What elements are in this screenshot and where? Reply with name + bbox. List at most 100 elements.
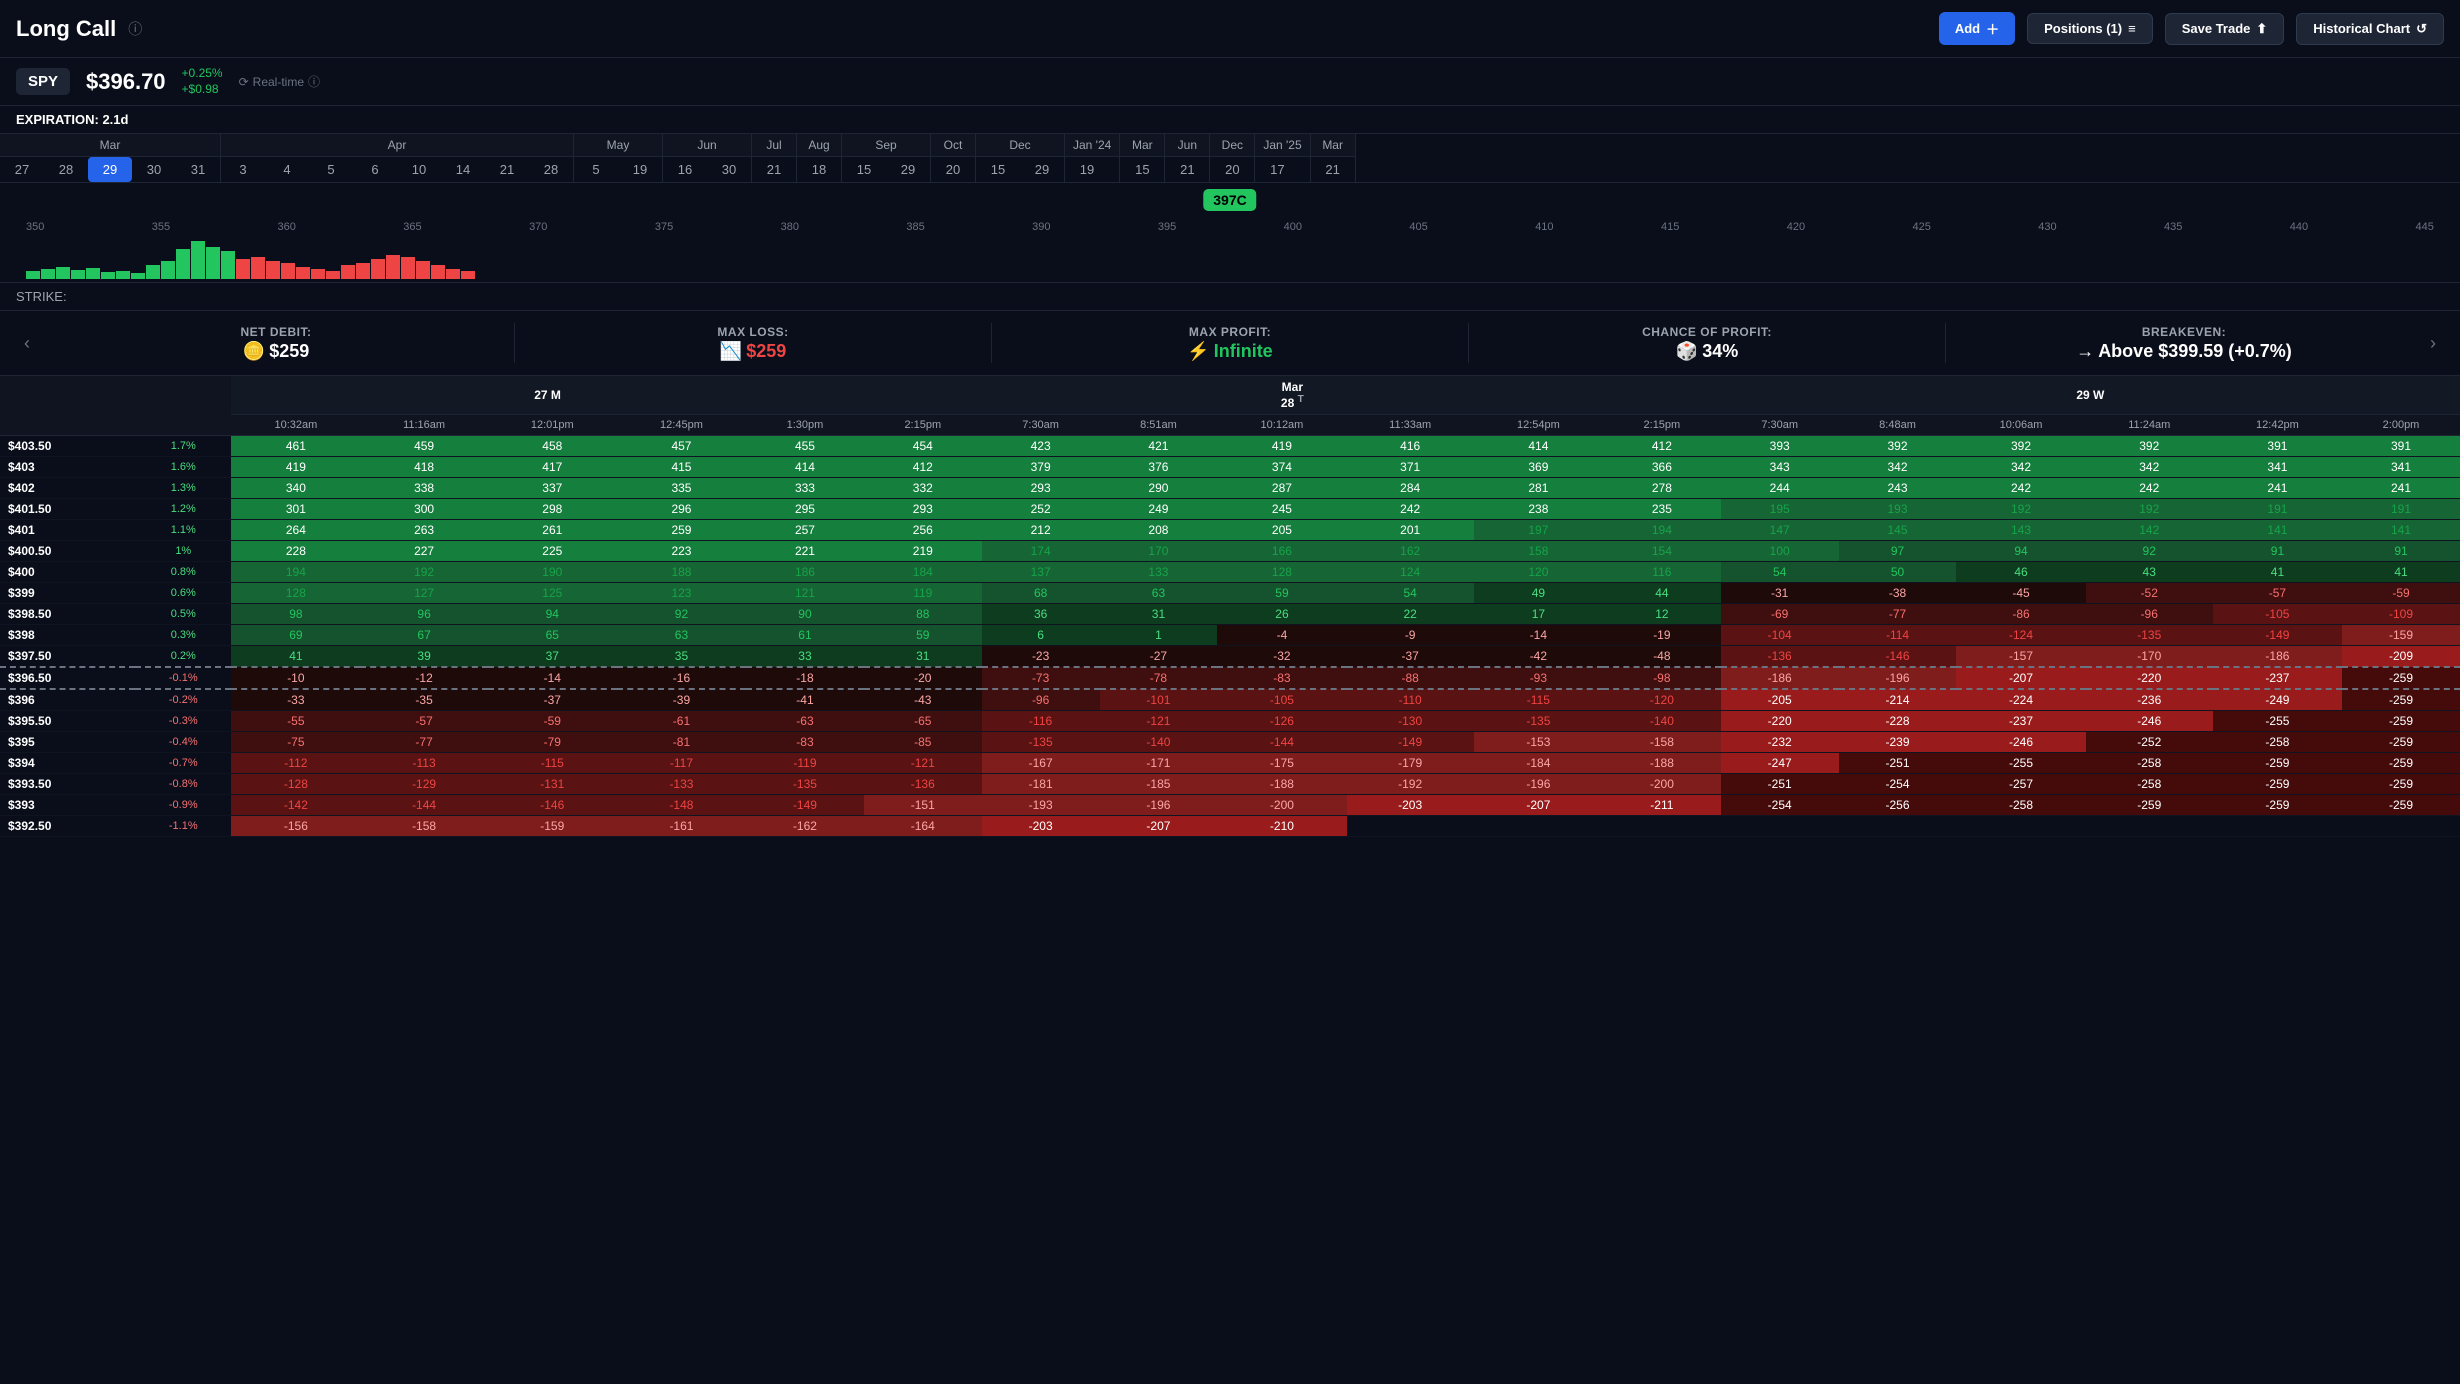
- strike-cell[interactable]: $395: [0, 732, 135, 753]
- day-cell[interactable]: 21: [485, 157, 529, 182]
- value-cell: -140: [1100, 732, 1218, 753]
- strike-cell[interactable]: $393: [0, 795, 135, 816]
- strike-cell[interactable]: $392.50: [0, 816, 135, 837]
- value-cell: -98: [1603, 667, 1721, 689]
- historical-chart-button[interactable]: Historical Chart ↺: [2296, 13, 2444, 45]
- strike-cell[interactable]: $396: [0, 689, 135, 711]
- day-cell[interactable]: 27: [0, 157, 44, 182]
- value-cell: 143: [1956, 520, 2085, 541]
- value-cell: 162: [1347, 541, 1474, 562]
- value-cell: -237: [1956, 711, 2085, 732]
- value-cell: -48: [1603, 646, 1721, 668]
- value-cell: -129: [360, 774, 487, 795]
- day-cell[interactable]: 19: [1065, 157, 1109, 182]
- strike-cell[interactable]: $401: [0, 520, 135, 541]
- strike-cell[interactable]: $400: [0, 562, 135, 583]
- value-cell: -161: [617, 816, 746, 837]
- time-header: 10:12am: [1217, 415, 1346, 436]
- prev-arrow[interactable]: ‹: [16, 333, 38, 354]
- day-cell[interactable]: 29: [88, 157, 132, 182]
- day-cell[interactable]: 21: [1311, 157, 1355, 182]
- price-change: +0.25% +$0.98: [182, 66, 223, 97]
- day-cell[interactable]: 15: [1120, 157, 1164, 182]
- value-cell: -186: [1721, 667, 1839, 689]
- day-cell[interactable]: 31: [176, 157, 220, 182]
- value-cell: 418: [360, 457, 487, 478]
- month-group-Apr: Apr345610142128: [221, 134, 574, 182]
- value-cell: 197: [1474, 520, 1603, 541]
- save-trade-button[interactable]: Save Trade ⬆: [2165, 13, 2285, 45]
- day-cell[interactable]: 21: [752, 157, 796, 182]
- value-cell: 63: [617, 625, 746, 646]
- value-cell: 219: [864, 541, 982, 562]
- ticker[interactable]: SPY: [16, 68, 70, 95]
- value-cell: -236: [2086, 689, 2213, 711]
- strike-cell[interactable]: $402: [0, 478, 135, 499]
- value-cell: -101: [1100, 689, 1218, 711]
- day-cell[interactable]: 21: [1165, 157, 1209, 182]
- value-cell: -256: [1839, 795, 1957, 816]
- value-cell: -259: [2342, 711, 2460, 732]
- strike-cell[interactable]: $394: [0, 753, 135, 774]
- day-cell[interactable]: 30: [132, 157, 176, 182]
- value-cell: -105: [1217, 689, 1346, 711]
- value-cell: 174: [982, 541, 1100, 562]
- strike-cell[interactable]: $395.50: [0, 711, 135, 732]
- value-cell: 147: [1721, 520, 1839, 541]
- value-cell: -73: [982, 667, 1100, 689]
- add-button[interactable]: Add ＋: [1939, 12, 2015, 45]
- value-cell: 419: [231, 457, 360, 478]
- day-cell[interactable]: 29: [1020, 157, 1064, 182]
- value-cell: 91: [2342, 541, 2460, 562]
- pct-cell: 1.2%: [135, 499, 231, 520]
- value-cell: 212: [982, 520, 1100, 541]
- strike-cell[interactable]: $403.50: [0, 436, 135, 457]
- next-arrow[interactable]: ›: [2422, 333, 2444, 354]
- strike-cell[interactable]: $398: [0, 625, 135, 646]
- positions-button[interactable]: Positions (1) ≡: [2027, 13, 2153, 44]
- value-cell: -207: [1956, 667, 2085, 689]
- day-cell[interactable]: 29: [886, 157, 930, 182]
- strike-cell[interactable]: $396.50: [0, 667, 135, 689]
- day-cell[interactable]: 3: [221, 157, 265, 182]
- volume-bar: [446, 269, 460, 279]
- day-cell[interactable]: 6: [353, 157, 397, 182]
- day-cell[interactable]: 15: [976, 157, 1020, 182]
- value-cell: -259: [2342, 689, 2460, 711]
- day-cell[interactable]: 20: [931, 157, 975, 182]
- day-cell[interactable]: 18: [797, 157, 841, 182]
- day-cell[interactable]: 5: [574, 157, 618, 182]
- day-cell[interactable]: 4: [265, 157, 309, 182]
- day-cell[interactable]: 15: [842, 157, 886, 182]
- day-cell[interactable]: 19: [618, 157, 662, 182]
- value-cell: -86: [1956, 604, 2085, 625]
- strike-cell[interactable]: $393.50: [0, 774, 135, 795]
- day-cell[interactable]: 28: [44, 157, 88, 182]
- day-cell[interactable]: 30: [707, 157, 751, 182]
- strike-axis-label: 380: [781, 221, 799, 233]
- day-cell[interactable]: 20: [1210, 157, 1254, 182]
- day-cell[interactable]: 14: [441, 157, 485, 182]
- strike-cell[interactable]: $401.50: [0, 499, 135, 520]
- value-cell: -220: [1721, 711, 1839, 732]
- value-cell: -37: [488, 689, 617, 711]
- value-cell: -228: [1839, 711, 1957, 732]
- day-cell[interactable]: 5: [309, 157, 353, 182]
- month-label: May: [574, 134, 662, 157]
- month-group-Aug: Aug18: [797, 134, 842, 182]
- strike-cell[interactable]: $398.50: [0, 604, 135, 625]
- strike-cell[interactable]: $397.50: [0, 646, 135, 668]
- day-cell[interactable]: 28: [529, 157, 573, 182]
- value-cell: -254: [1839, 774, 1957, 795]
- value-cell: -12: [360, 667, 487, 689]
- value-cell: -144: [1217, 732, 1346, 753]
- strike-cell[interactable]: $399: [0, 583, 135, 604]
- day-cell[interactable]: 17: [1255, 157, 1299, 182]
- day-cell[interactable]: 16: [663, 157, 707, 182]
- info-icon[interactable]: ⓘ: [128, 19, 142, 39]
- day-cell[interactable]: 10: [397, 157, 441, 182]
- value-cell: 133: [1100, 562, 1218, 583]
- strike-cell[interactable]: $403: [0, 457, 135, 478]
- strike-cell[interactable]: $400.50: [0, 541, 135, 562]
- value-cell: -200: [1217, 795, 1346, 816]
